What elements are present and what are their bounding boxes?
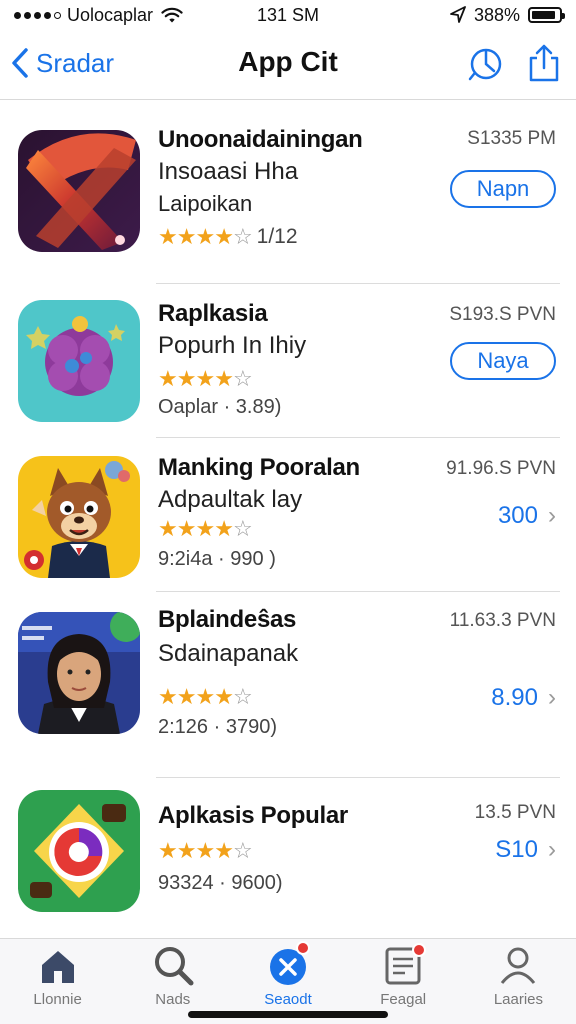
app-meta: 9:2i4a · 990 ) xyxy=(158,548,276,570)
star-filled-icon: ★ xyxy=(195,516,215,541)
app-subtitle: Popurh In Ihiy xyxy=(158,332,307,359)
battery-percent: 388% xyxy=(473,4,520,25)
chevron-right-icon: › xyxy=(548,684,556,711)
rating-stars: ★★★★☆ xyxy=(158,838,253,864)
star-filled-icon: ★ xyxy=(158,684,178,709)
rating-count: 1/12 xyxy=(256,225,298,248)
get-button[interactable]: Napn xyxy=(450,170,556,208)
abstract-x-icon xyxy=(18,130,140,252)
get-button[interactable]: Naya xyxy=(450,342,556,380)
app-row[interactable]: Raplkasia Popurh In Ihiy ★★★★☆ Oaplar · … xyxy=(0,284,576,438)
app-subtitle: Adpaultak lay xyxy=(158,486,303,513)
app-meta: 2:126 · 3790) xyxy=(158,716,277,738)
star-filled-icon: ★ xyxy=(158,366,178,391)
cartoon-fox-icon xyxy=(18,456,140,578)
app-row[interactable]: Aplkasis Popular ★★★★☆ 93324 · 9600) 13.… xyxy=(0,778,576,920)
tab-profile[interactable]: Laaries xyxy=(461,939,576,1024)
star-filled-icon: ★ xyxy=(176,366,197,391)
colorful-logo-icon xyxy=(18,790,140,912)
price-label: S10 xyxy=(495,836,538,863)
wifi-icon xyxy=(161,7,183,23)
tab-label: Nads xyxy=(155,991,191,1008)
app-name: Unoonaidainingan xyxy=(158,126,363,153)
chevron-left-icon xyxy=(12,48,28,78)
signal-strength-icon xyxy=(14,11,61,19)
app-name: Bplaindeŝas xyxy=(158,606,297,633)
price-label: 8.90 xyxy=(491,684,538,711)
rating-stars: ★★★★☆ xyxy=(158,516,253,542)
app-subtitle: Insoaasi Hha xyxy=(158,158,299,185)
rating-stars: ★★★★☆ xyxy=(158,366,253,392)
star-filled-icon: ★ xyxy=(158,224,178,249)
star-filled-icon: ★ xyxy=(214,684,234,709)
status-bar: Uolocaplar 131 SM 388% xyxy=(0,0,576,30)
star-empty-icon: ☆ xyxy=(232,516,253,541)
app-time: S1335 PM xyxy=(467,128,556,149)
app-list: Unoonaidainingan Insoaasi Hha Laipoikan … xyxy=(0,100,576,920)
star-filled-icon: ★ xyxy=(214,366,234,391)
star-empty-icon: ☆ xyxy=(232,684,253,709)
star-filled-icon: ★ xyxy=(176,516,197,541)
price-link[interactable]: 8.90 › xyxy=(491,684,556,712)
star-filled-icon: ★ xyxy=(214,224,234,249)
notification-badge xyxy=(411,943,426,957)
chevron-right-icon: › xyxy=(548,502,556,529)
battery-icon xyxy=(528,7,565,23)
star-empty-icon: ☆ xyxy=(232,366,253,391)
app-time: 91.96.S PVN xyxy=(446,458,556,479)
tab-label: Laaries xyxy=(493,991,544,1008)
portrait-photo-icon xyxy=(18,612,140,734)
home-icon xyxy=(41,951,74,983)
activity-icon[interactable] xyxy=(468,44,504,82)
star-filled-icon: ★ xyxy=(158,838,178,863)
app-time: 13.5 PVN xyxy=(474,802,556,823)
price-link[interactable]: S10 › xyxy=(495,836,556,864)
app-subtitle-2: Laipoikan xyxy=(158,191,253,216)
price-label: 300 xyxy=(497,502,538,529)
star-filled-icon: ★ xyxy=(214,838,234,863)
tab-label: Llonnie xyxy=(33,991,82,1008)
app-name: Aplkasis Popular xyxy=(158,802,348,829)
star-filled-icon: ★ xyxy=(158,516,178,541)
location-arrow-icon xyxy=(450,6,466,23)
rating-stars: ★★★★☆ 1/12 xyxy=(158,224,298,250)
star-filled-icon: ★ xyxy=(195,224,215,249)
navigation-bar: Sradar App Cit xyxy=(0,30,576,100)
price-link[interactable]: 300 › xyxy=(498,502,556,530)
rating-stars: ★★★★☆ xyxy=(158,684,253,710)
app-row[interactable]: Unoonaidainingan Insoaasi Hha Laipoikan … xyxy=(0,100,576,284)
star-filled-icon: ★ xyxy=(195,684,215,709)
app-meta: Oaplar · 3.89) xyxy=(158,396,282,418)
star-empty-icon: ☆ xyxy=(232,838,253,863)
star-filled-icon: ★ xyxy=(195,366,215,391)
tab-home[interactable]: Llonnie xyxy=(0,939,115,1024)
star-filled-icon: ★ xyxy=(176,684,197,709)
app-time: 11.63.3 PVN xyxy=(449,610,556,631)
app-row[interactable]: Bplaindeŝas Sdainapanak ★★★★☆ 2:126 · 37… xyxy=(0,592,576,778)
app-name: Manking Pooralan xyxy=(158,454,360,481)
back-label: Sradar xyxy=(36,47,115,78)
chevron-right-icon: › xyxy=(548,836,556,863)
person-icon xyxy=(501,947,536,984)
back-button[interactable]: Sradar xyxy=(8,46,114,80)
star-filled-icon: ★ xyxy=(195,838,215,863)
tab-label: Feagal xyxy=(380,991,427,1008)
app-subtitle: Sdainapanak xyxy=(158,640,299,667)
tab-bar: Llonnie Nads Seaodt Feagal Laaries xyxy=(0,938,576,1024)
app-row[interactable]: Manking Pooralan Adpaultak lay ★★★★☆ 9:2… xyxy=(0,438,576,592)
star-filled-icon: ★ xyxy=(176,838,197,863)
purple-flower-icon xyxy=(18,300,140,422)
home-indicator xyxy=(188,1011,388,1018)
share-icon[interactable] xyxy=(526,44,562,82)
tab-label: Seaodt xyxy=(264,991,312,1008)
star-filled-icon: ★ xyxy=(214,516,234,541)
search-icon xyxy=(154,947,194,986)
star-filled-icon: ★ xyxy=(176,224,197,249)
star-empty-icon: ☆ xyxy=(232,224,253,249)
app-meta: 93324 · 9600) xyxy=(158,872,283,894)
carrier-name: Uolocaplar xyxy=(67,4,154,25)
app-name: Raplkasia xyxy=(158,300,268,327)
app-time: S193.S PVN xyxy=(449,304,556,325)
